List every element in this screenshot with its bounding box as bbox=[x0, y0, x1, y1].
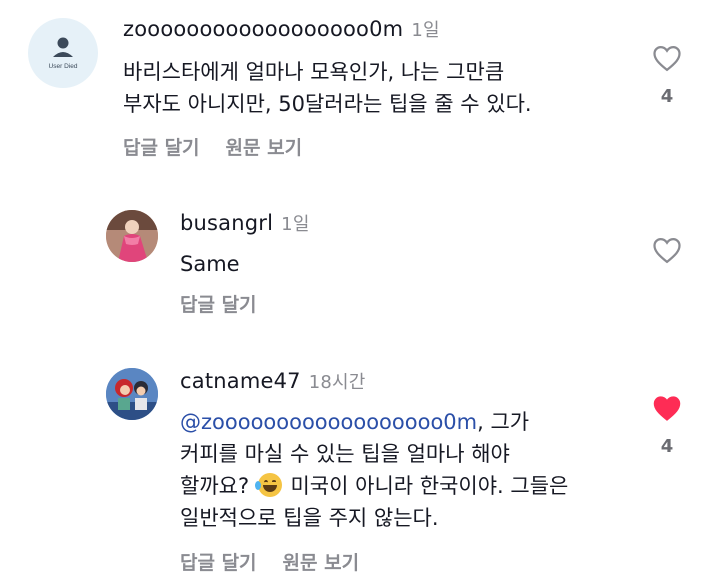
timestamp: 18시간 bbox=[308, 372, 366, 393]
reply-button[interactable]: 답글 달기 bbox=[123, 137, 200, 159]
heart-outline-icon bbox=[653, 45, 681, 72]
comment-line: 일반적으로 팁을 주지 않는다. bbox=[180, 506, 439, 530]
username[interactable]: zoooooooooooooooooo0m 1일 bbox=[123, 16, 440, 42]
comment-text-part: 미국이 아니라 한국이야. 그들은 bbox=[290, 474, 569, 498]
comment-text-part: , 그가 bbox=[477, 410, 530, 434]
comment-actions: 답글 달기 원문 보기 bbox=[123, 133, 328, 160]
comment-line: Same bbox=[180, 252, 240, 276]
profile-photo bbox=[106, 368, 158, 420]
comment-text: @zoooooooooooooooooo0m, 그가 커피를 마실 수 있는 팁… bbox=[180, 406, 568, 534]
comment-line: @zoooooooooooooooooo0m, 그가 bbox=[180, 406, 568, 438]
username[interactable]: busangrl 1일 bbox=[180, 210, 310, 236]
username-text[interactable]: catname47 bbox=[180, 369, 301, 393]
comment-item: busangrl 1일 Same 답글 달기 bbox=[0, 190, 720, 350]
comment-text: 바리스타에게 얼마나 모욕인가, 나는 그만큼 부자도 아니지만, 50달러라는… bbox=[123, 56, 532, 120]
username[interactable]: catname47 18시간 bbox=[180, 368, 366, 394]
comment-line: 할까요? 미국이 아니라 한국이야. 그들은 bbox=[180, 470, 568, 502]
like-button[interactable]: 4 bbox=[647, 44, 687, 107]
user-placeholder-icon: User Died bbox=[49, 37, 78, 70]
view-original-button[interactable]: 원문 보기 bbox=[283, 552, 360, 574]
username-text[interactable]: busangrl bbox=[180, 211, 273, 235]
comment-actions: 답글 달기 원문 보기 bbox=[180, 548, 385, 575]
like-count: 4 bbox=[660, 436, 674, 457]
comment-line: 부자도 아니지만, 50달러라는 팁을 줄 수 있다. bbox=[123, 92, 532, 116]
comment-item: catname47 18시간 @zoooooooooooooooooo0m, 그가… bbox=[0, 350, 720, 586]
comment-text: Same bbox=[180, 248, 240, 280]
mention-link[interactable]: @zoooooooooooooooooo0m bbox=[180, 410, 477, 434]
like-button[interactable]: 4 bbox=[647, 394, 687, 457]
like-count: 4 bbox=[660, 86, 674, 107]
laughing-tears-emoji-icon bbox=[254, 473, 282, 497]
timestamp: 1일 bbox=[281, 214, 310, 235]
avatar[interactable]: User Died bbox=[28, 18, 98, 88]
heart-filled-icon bbox=[653, 396, 681, 421]
avatar[interactable] bbox=[106, 368, 158, 420]
comment-item: User Died zoooooooooooooooooo0m 1일 바리스타에게… bbox=[0, 0, 720, 190]
username-text[interactable]: zoooooooooooooooooo0m bbox=[123, 17, 403, 41]
avatar[interactable] bbox=[106, 210, 158, 262]
comment-line: 커피를 마실 수 있는 팁을 얼마나 해야 bbox=[180, 442, 510, 466]
like-button[interactable] bbox=[647, 236, 687, 264]
heart-outline-icon bbox=[653, 237, 681, 264]
comment-line: 바리스타에게 얼마나 모욕인가, 나는 그만큼 bbox=[123, 60, 505, 84]
svg-text:User Died: User Died bbox=[49, 63, 78, 70]
reply-button[interactable]: 답글 달기 bbox=[180, 552, 257, 574]
view-original-button[interactable]: 원문 보기 bbox=[226, 137, 303, 159]
comment-actions: 답글 달기 bbox=[180, 290, 283, 317]
reply-button[interactable]: 답글 달기 bbox=[180, 294, 257, 316]
profile-photo bbox=[106, 210, 158, 262]
timestamp: 1일 bbox=[411, 20, 440, 41]
comment-text-part: 할까요? bbox=[180, 474, 250, 498]
